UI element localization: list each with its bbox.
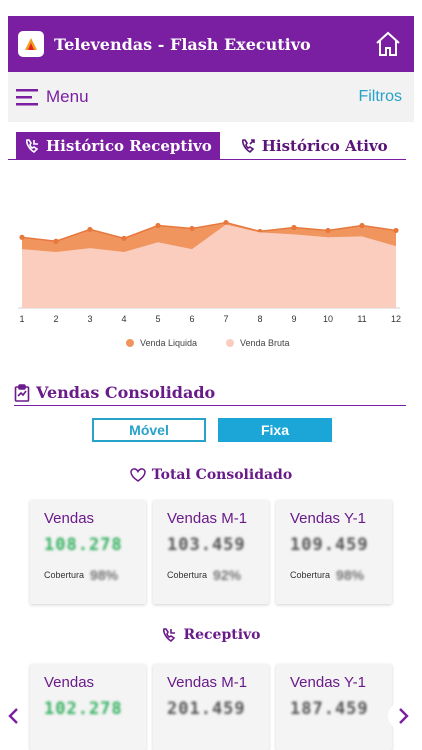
coverage-label: Cobertura — [167, 570, 208, 580]
toggle-movel-button[interactable]: Móvel — [92, 418, 206, 442]
next-button[interactable] — [388, 702, 418, 730]
coverage-value: 92% — [213, 567, 242, 583]
menu-label: Menu — [46, 87, 89, 106]
series-point — [189, 225, 195, 232]
legend-swatch — [226, 339, 234, 347]
series-point — [53, 238, 59, 244]
legend-swatch — [126, 339, 134, 347]
series-point — [19, 234, 25, 240]
series-point — [155, 222, 161, 229]
phone-incoming-icon — [163, 628, 176, 643]
card-label: Vendas Y-1 — [290, 674, 366, 691]
legend-label: Venda Bruta — [240, 338, 290, 348]
card-value: 102.278 — [44, 699, 123, 719]
card-receptivo-vendas[interactable]: Vendas 102.278 — [30, 664, 146, 750]
coverage-value: 98% — [336, 567, 365, 583]
home-icon — [376, 31, 400, 56]
card-value: 108.278 — [44, 535, 123, 555]
section-title: Vendas Consolidado — [36, 383, 216, 402]
total-consolidado-title: Total Consolidado — [0, 467, 422, 483]
coverage-value: 98% — [90, 567, 119, 583]
series-point — [325, 227, 331, 234]
clipboard-icon — [14, 383, 30, 402]
series-point — [121, 235, 127, 241]
card-label: Vendas M-1 — [167, 674, 248, 691]
x-tick-label: 9 — [291, 314, 296, 324]
menu-bar: Menu Filtros — [8, 72, 414, 122]
x-tick-label: 11 — [357, 314, 366, 324]
coverage-label: Cobertura — [44, 570, 85, 580]
phone-outgoing-icon — [241, 138, 255, 153]
card-vendas-y1[interactable]: Vendas Y-1 109.459 Cobertura 98% — [276, 500, 392, 604]
tab-label: Histórico Receptivo — [46, 136, 212, 155]
card-label: Vendas — [44, 674, 95, 691]
product-toggle: Móvel Fixa — [92, 418, 332, 442]
chevron-right-icon — [399, 708, 409, 724]
card-label: Vendas M-1 — [167, 510, 248, 527]
card-value: 201.459 — [167, 699, 246, 719]
legend-label: Venda Liquida — [140, 338, 197, 348]
x-tick-label: 7 — [223, 314, 228, 324]
series-point — [291, 224, 297, 231]
card-receptivo-vendas-m1[interactable]: Vendas M-1 201.459 — [153, 664, 269, 750]
receptivo-title: Receptivo — [0, 627, 422, 643]
card-receptivo-vendas-y1[interactable]: Vendas Y-1 187.459 — [276, 664, 392, 750]
card-label: Vendas Y-1 — [290, 510, 366, 527]
x-tick-label: 5 — [155, 314, 160, 324]
tab-label: Histórico Ativo — [261, 136, 388, 155]
card-label: Vendas — [44, 510, 95, 527]
card-value: 103.459 — [167, 535, 246, 555]
toggle-fixa-button[interactable]: Fixa — [218, 418, 332, 442]
x-tick-label: 1 — [19, 314, 24, 324]
total-cards: Vendas 108.278 Cobertura 98% Vendas M-1 … — [30, 500, 392, 604]
series-point — [393, 227, 399, 234]
series-point — [223, 219, 229, 226]
heart-handshake-icon — [130, 468, 146, 482]
card-vendas[interactable]: Vendas 108.278 Cobertura 98% — [30, 500, 146, 604]
app-logo-icon — [18, 31, 44, 57]
card-vendas-m1[interactable]: Vendas M-1 103.459 Cobertura 92% — [153, 500, 269, 604]
home-button[interactable] — [372, 28, 404, 60]
app-header: Televendas - Flash Executivo — [8, 16, 414, 72]
phone-incoming-icon — [26, 138, 39, 153]
subtitle-text: Receptivo — [183, 627, 261, 643]
app-title: Televendas - Flash Executivo — [54, 34, 311, 54]
area-chart: 1 2 3 4 5 6 7 8 9 10 11 12Venda Liquida Venda Bruta — [18, 219, 401, 348]
filters-link[interactable]: Filtros — [358, 88, 402, 106]
vendas-consolidado-header: Vendas Consolidado — [14, 380, 406, 406]
series-point — [87, 226, 93, 233]
tab-historico-receptivo[interactable]: Histórico Receptivo — [16, 132, 220, 159]
history-chart: 1 2 3 4 5 6 7 8 9 10 11 12 Venda Liquida Venda Bruta — [10, 190, 410, 360]
card-value: 109.459 — [290, 535, 369, 555]
prev-button[interactable] — [6, 702, 36, 730]
hamburger-icon — [16, 89, 38, 106]
receptivo-cards: Vendas 102.278 Vendas M-1 201.459 Vendas… — [30, 664, 392, 750]
card-value: 187.459 — [290, 699, 369, 719]
coverage-label: Cobertura — [290, 570, 331, 580]
x-tick-label: 3 — [87, 314, 92, 324]
tab-historico-ativo[interactable]: Histórico Ativo — [232, 132, 396, 159]
x-tick-label: 2 — [53, 314, 58, 324]
series-point — [359, 222, 365, 229]
x-tick-label: 8 — [257, 314, 262, 324]
x-tick-label: 12 — [391, 314, 401, 324]
history-tabs: Histórico Receptivo Histórico Ativo — [8, 128, 406, 160]
x-tick-label: 6 — [189, 314, 194, 324]
subtitle-text: Total Consolidado — [151, 467, 293, 483]
chevron-left-icon — [8, 708, 18, 724]
x-tick-label: 4 — [121, 314, 126, 324]
x-tick-label: 10 — [323, 314, 333, 324]
menu-button[interactable]: Menu — [16, 87, 89, 107]
